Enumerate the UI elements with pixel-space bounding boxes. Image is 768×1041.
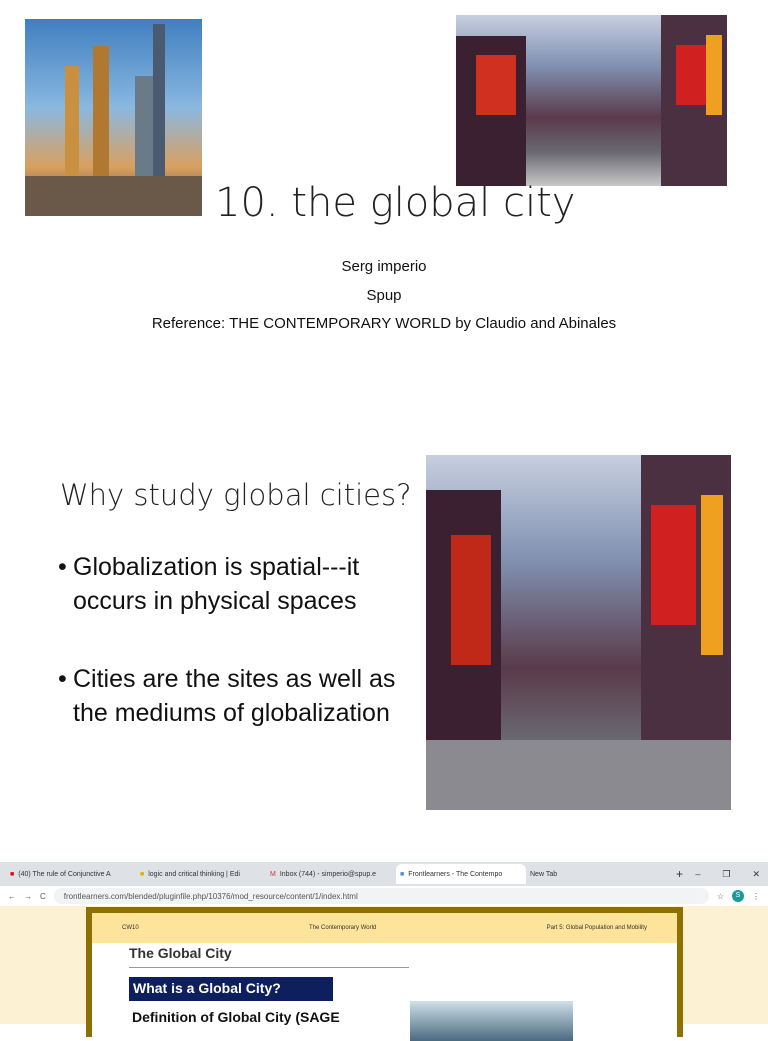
times-square-photo: [456, 15, 727, 186]
tab-new[interactable]: New Tab: [526, 864, 676, 884]
url-text: frontlearners.com/blended/pluginfile.php…: [63, 891, 358, 901]
star-icon[interactable]: ☆: [717, 892, 724, 901]
reload-icon[interactable]: C: [40, 892, 46, 901]
times-square-photo: [426, 455, 731, 810]
doc-icon: ■: [400, 870, 405, 878]
browser-screenshot: ■ (40) The rule of Conjunctive A ■ logic a…: [0, 862, 768, 1041]
minimize-icon[interactable]: –: [695, 869, 700, 880]
bullet-item: • Cities are the sites as well as the med…: [58, 662, 408, 730]
tab-logic[interactable]: ■ logic and critical thinking | Edi: [136, 864, 266, 884]
city-photo: [410, 1001, 573, 1041]
tab-label: logic and critical thinking | Edi: [148, 870, 240, 878]
course-page: CW10 The Contemporary World Part 5: Global…: [86, 907, 683, 1041]
course-code: CW10: [122, 925, 139, 931]
close-icon[interactable]: ✕: [752, 869, 760, 880]
course-header: CW10 The Contemporary World Part 5: Global…: [92, 913, 677, 943]
forward-icon[interactable]: →: [24, 892, 32, 901]
menu-icon[interactable]: ⋮: [752, 892, 760, 901]
restore-icon[interactable]: ❐: [722, 869, 730, 880]
author: Serg imperio: [341, 258, 427, 275]
tab-bar: ■ (40) The rule of Conjunctive A ■ logic a…: [0, 862, 768, 886]
course-name: The Contemporary World: [309, 925, 377, 931]
london-skyline-photo: [25, 19, 202, 216]
reference: Reference: THE CONTEMPORARY WORLD by Cla…: [151, 315, 617, 332]
tab-label: (40) The rule of Conjunctive A: [18, 870, 111, 878]
page-title: The Global City: [129, 945, 409, 968]
tab-label: Frontlearners - The Contempo: [408, 870, 503, 878]
institution: Spup: [366, 287, 402, 304]
bullet-item: • Globalization is spatial---it occurs in…: [58, 550, 408, 618]
address-bar-row: ← → C frontlearners.com/blended/pluginfile…: [0, 886, 768, 906]
gmail-icon: M: [270, 870, 276, 878]
bullet-text: Globalization is spatial---it occurs in …: [73, 553, 360, 615]
new-tab-icon[interactable]: +: [676, 867, 683, 881]
definition-heading: Definition of Global City (SAGE: [132, 1009, 340, 1025]
bullet-text: Cities are the sites as well as the medi…: [73, 665, 396, 727]
tab-youtube[interactable]: ■ (40) The rule of Conjunctive A: [6, 864, 136, 884]
avatar[interactable]: S: [732, 890, 744, 902]
slide-heading: Why study global cities?: [60, 478, 412, 512]
page-icon: ■: [140, 870, 145, 878]
youtube-icon: ■: [10, 870, 15, 878]
tab-frontlearners[interactable]: ■ Frontlearners - The Contempo: [396, 864, 526, 884]
tab-label: Inbox (744) - simperio@spup.e: [279, 870, 377, 878]
section-banner: What is a Global City?: [129, 977, 333, 1001]
slide-title: 10. the global city: [215, 180, 576, 226]
tab-label: New Tab: [530, 870, 558, 878]
tab-gmail[interactable]: M Inbox (744) - simperio@spup.e: [266, 864, 396, 884]
back-icon[interactable]: ←: [8, 892, 16, 901]
url-input[interactable]: frontlearners.com/blended/pluginfile.php…: [53, 888, 709, 904]
course-part: Part 5: Global Population and Mobility: [546, 925, 647, 931]
